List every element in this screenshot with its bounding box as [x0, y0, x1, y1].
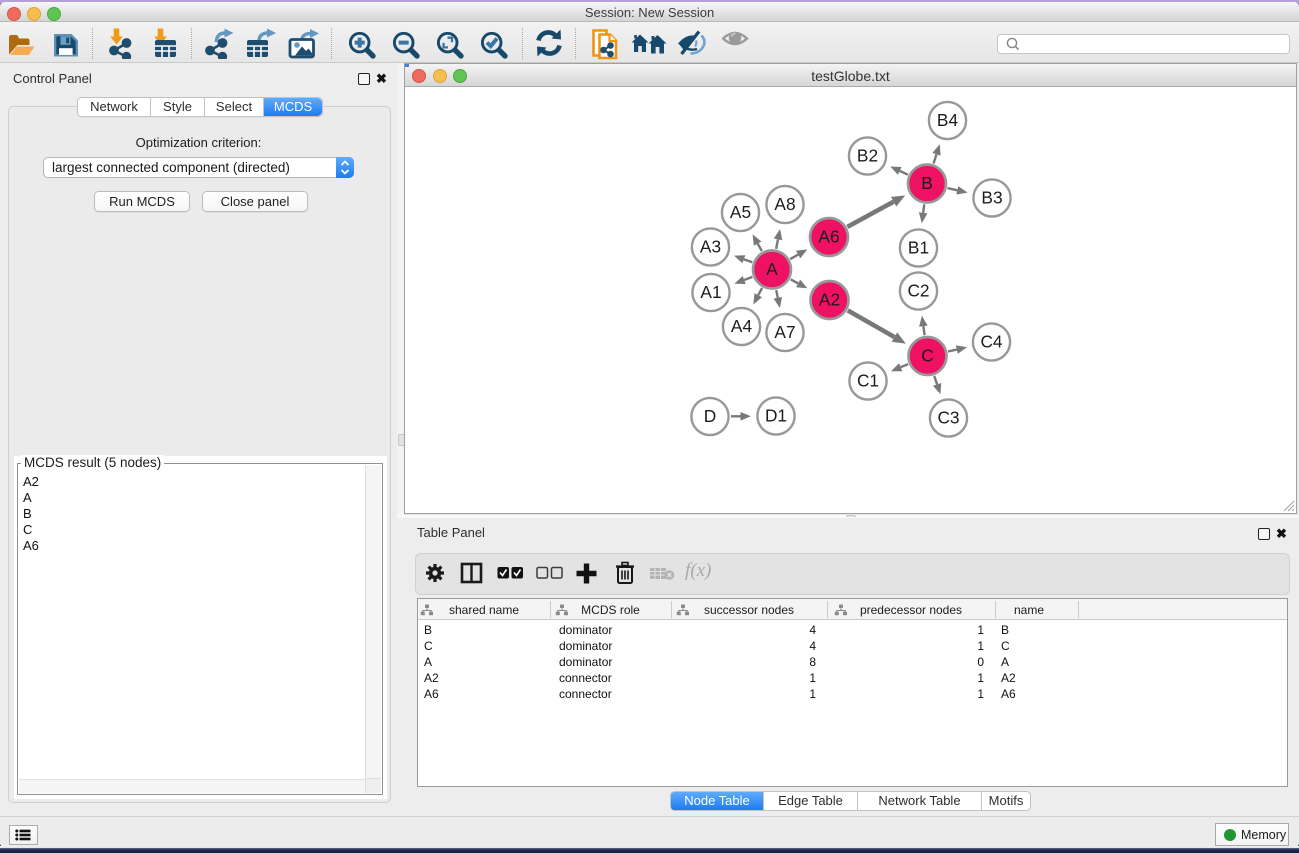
svg-text:A8: A8 — [774, 194, 795, 214]
svg-text:A4: A4 — [731, 316, 753, 336]
svg-text:D: D — [704, 406, 716, 426]
svg-text:B3: B3 — [981, 188, 1002, 208]
svg-text:B4: B4 — [937, 110, 959, 130]
svg-text:D1: D1 — [765, 406, 787, 426]
svg-text:B2: B2 — [857, 146, 878, 166]
svg-text:C4: C4 — [980, 332, 1002, 352]
svg-text:B1: B1 — [908, 238, 929, 258]
svg-text:C1: C1 — [857, 371, 879, 391]
svg-text:C2: C2 — [907, 281, 929, 301]
svg-text:C3: C3 — [937, 408, 959, 428]
svg-text:A2: A2 — [819, 290, 840, 310]
svg-text:A6: A6 — [818, 227, 839, 247]
svg-text:A5: A5 — [730, 202, 751, 222]
svg-text:B: B — [921, 173, 933, 193]
svg-text:C: C — [921, 346, 933, 366]
svg-text:A: A — [766, 259, 778, 279]
svg-text:A1: A1 — [700, 282, 721, 302]
svg-text:A3: A3 — [700, 237, 721, 257]
svg-text:A7: A7 — [774, 322, 795, 342]
